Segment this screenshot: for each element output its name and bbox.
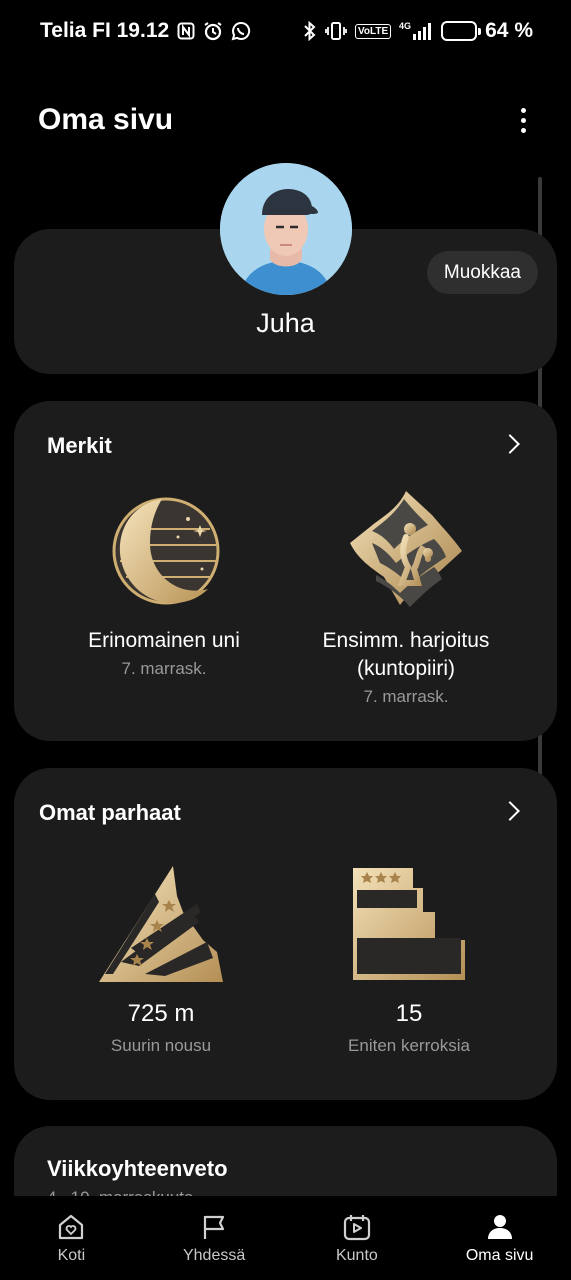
battery-percent: 64 % xyxy=(485,19,533,42)
records-chevron-icon[interactable] xyxy=(500,801,520,821)
nav-item-kunto[interactable]: Kunto xyxy=(286,1198,429,1280)
badge-date: 7. marrask. xyxy=(121,659,207,678)
record-value: 15 xyxy=(395,1000,423,1027)
badge-item[interactable]: Ensimm. harjoitus (kuntopiiri) 7. marras… xyxy=(276,489,536,707)
whatsapp-icon xyxy=(231,21,251,41)
fitness-icon xyxy=(343,1215,370,1241)
workout-badge-icon xyxy=(276,489,536,617)
bluetooth-icon xyxy=(303,21,317,41)
nav-item-koti[interactable]: Koti xyxy=(0,1198,143,1280)
alarm-icon xyxy=(203,21,223,41)
badge-date: 7. marrask. xyxy=(363,687,449,706)
nfc-icon xyxy=(177,22,195,40)
signal-icon: 4G xyxy=(399,21,433,41)
moon-badge-icon xyxy=(34,489,294,617)
page-header: Oma sivu xyxy=(38,96,533,144)
badges-title: Merkit xyxy=(47,433,112,458)
battery-icon xyxy=(441,21,482,41)
bottom-navigation: Koti Yhdessä Kunto Oma sivu xyxy=(0,1198,571,1280)
badges-card[interactable]: Merkit Erinomainen uni 7. marrask. Ensim… xyxy=(14,401,557,741)
network-type: 4G xyxy=(399,21,411,31)
page-title: Oma sivu xyxy=(38,103,174,136)
profile-icon xyxy=(487,1215,512,1239)
flag-icon xyxy=(204,1215,225,1239)
personal-records-card[interactable]: Omat parhaat 725 m Suurin nousu 15 Enite… xyxy=(14,768,557,1100)
profile-name: Juha xyxy=(256,308,315,338)
floors-badge-icon xyxy=(279,864,539,986)
records-title: Omat parhaat xyxy=(39,800,181,825)
badge-label: Ensimm. harjoitus (kuntopiiri) xyxy=(322,629,490,680)
nav-item-oma-sivu[interactable]: Oma sivu xyxy=(428,1198,571,1280)
nav-label: Yhdessä xyxy=(182,1247,246,1264)
record-label: Suurin nousu xyxy=(110,1036,212,1055)
badge-item[interactable]: Erinomainen uni 7. marrask. xyxy=(34,489,294,679)
record-label: Eniten kerroksia xyxy=(348,1036,470,1055)
badge-label: Erinomainen uni xyxy=(88,629,240,652)
nav-label: Oma sivu xyxy=(465,1247,534,1264)
weekly-title: Viikkoyhteenveto xyxy=(47,1156,228,1181)
record-item[interactable]: 15 Eniten kerroksia xyxy=(279,864,539,1056)
edit-profile-button[interactable]: Muokkaa xyxy=(426,251,538,294)
volte-indicator: VoLTE xyxy=(354,23,392,39)
nav-label: Koti xyxy=(57,1247,86,1264)
avatar[interactable] xyxy=(220,163,352,295)
record-value: 725 m xyxy=(127,1000,195,1027)
vibrate-icon xyxy=(325,21,347,41)
home-icon xyxy=(59,1214,84,1240)
status-bar: Telia FI 19.12 VoLTE 4G 64 % xyxy=(0,0,571,62)
ascent-badge-icon xyxy=(31,864,291,986)
nav-item-yhdessa[interactable]: Yhdessä xyxy=(143,1198,286,1280)
record-item[interactable]: 725 m Suurin nousu xyxy=(31,864,291,1056)
nav-label: Kunto xyxy=(335,1247,378,1264)
more-options-button[interactable] xyxy=(513,100,533,140)
badges-chevron-icon[interactable] xyxy=(500,434,520,454)
carrier-time: Telia FI 19.12 xyxy=(40,19,170,42)
